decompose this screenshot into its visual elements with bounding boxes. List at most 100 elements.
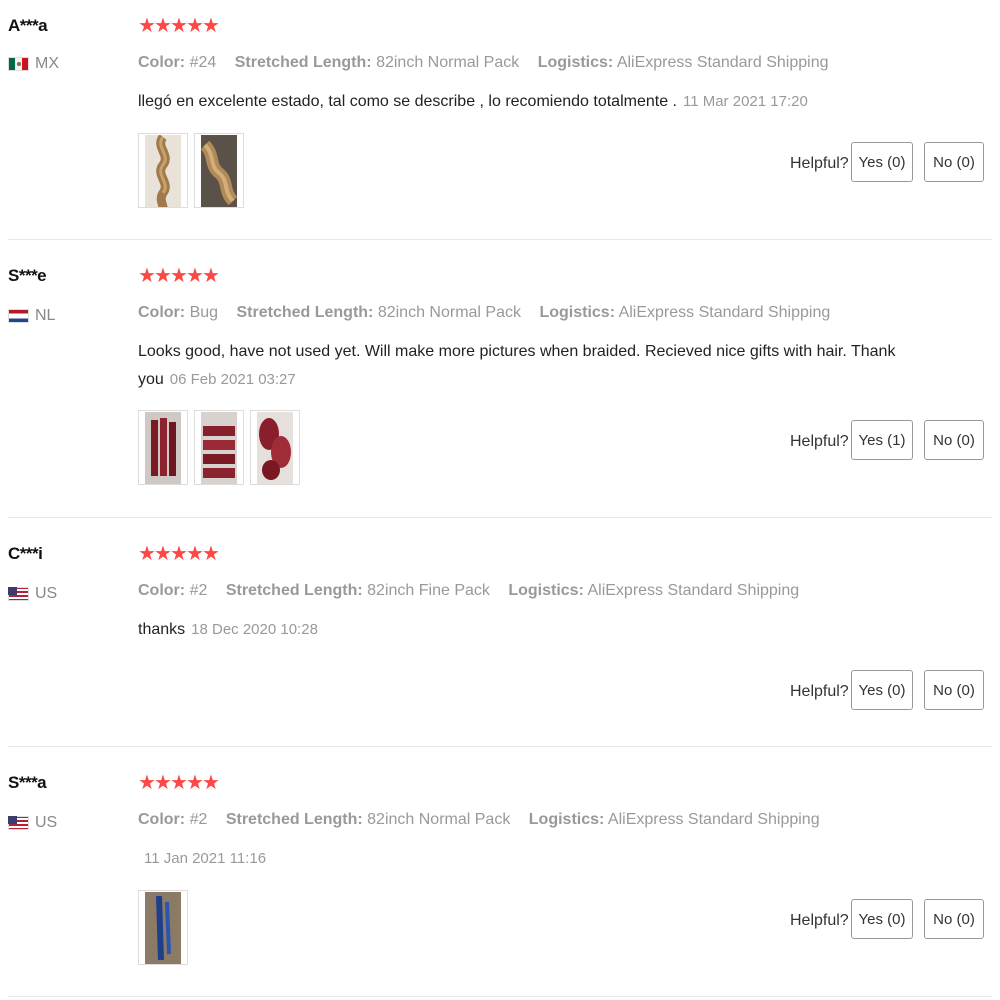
sku-color-label: Color: — [138, 582, 186, 599]
flag-nl-icon — [8, 309, 29, 323]
helpful-no-button[interactable]: No (0) — [924, 899, 984, 939]
star-icon: ★ — [138, 543, 157, 565]
review-photo-thumb[interactable] — [250, 410, 300, 485]
star-icon: ★ — [170, 15, 189, 37]
braid-photo — [200, 134, 238, 207]
review-text: thanks — [138, 621, 186, 638]
star-icon: ★ — [138, 772, 157, 794]
review-divider — [8, 996, 992, 997]
sku-logistics-value: AliExpress Standard Shipping — [587, 582, 800, 599]
braid-photo — [145, 134, 181, 207]
sku-color-value: Bug — [189, 304, 219, 321]
review-content: 11 Jan 2021 11:16 — [138, 845, 898, 873]
sku-color-label: Color: — [138, 54, 186, 71]
red-hair-photo — [257, 411, 293, 484]
reviews-list: A***a MX ★ ★ ★ ★ ★ Color: #24 Stretched Leng… — [0, 0, 1000, 1000]
helpful-no-button[interactable]: No (0) — [924, 670, 984, 710]
sku-color-label: Color: — [138, 304, 186, 321]
star-icon: ★ — [186, 772, 205, 794]
sku-info: Color: #2 Stretched Length: 82inch Fine … — [138, 582, 813, 600]
review-photo-thumb[interactable] — [194, 133, 244, 208]
review-photo-thumb[interactable] — [138, 410, 188, 485]
star-icon: ★ — [186, 15, 205, 37]
star-icon: ★ — [154, 15, 173, 37]
reviewer-country: US — [8, 585, 57, 603]
review-content: thanks 18 Dec 2020 10:28 — [138, 616, 898, 644]
star-icon: ★ — [186, 265, 205, 287]
helpful-yes-button[interactable]: Yes (0) — [851, 670, 913, 710]
sku-length-value: 82inch Normal Pack — [377, 304, 521, 321]
review-photo-thumb[interactable] — [138, 133, 188, 208]
sku-length-label: Stretched Length: — [234, 54, 372, 71]
helpful-label: Helpful? — [790, 912, 849, 929]
star-icon: ★ — [202, 15, 221, 37]
blue-hair-photo — [145, 891, 181, 964]
star-icon: ★ — [138, 265, 157, 287]
flag-us-icon — [8, 587, 29, 601]
star-icon: ★ — [154, 772, 173, 794]
country-code: US — [35, 585, 58, 602]
review-photo-thumb[interactable] — [138, 890, 188, 965]
star-icon: ★ — [202, 543, 221, 565]
sku-length-label: Stretched Length: — [225, 582, 363, 599]
sku-logistics-label: Logistics: — [508, 582, 584, 599]
helpful-yes-button[interactable]: Yes (0) — [851, 899, 913, 939]
sku-color-value: #24 — [189, 54, 217, 71]
star-icon: ★ — [186, 543, 205, 565]
country-code: MX — [35, 55, 59, 72]
sku-color-label: Color: — [138, 811, 186, 828]
reviewer-name: C***i — [8, 544, 43, 563]
sku-logistics-value: AliExpress Standard Shipping — [607, 811, 820, 828]
star-icon: ★ — [138, 15, 157, 37]
review-divider — [8, 746, 992, 747]
review-divider — [8, 239, 992, 240]
country-code: NL — [35, 307, 56, 324]
star-icon: ★ — [170, 772, 189, 794]
star-rating: ★ ★ ★ ★ ★ — [138, 543, 221, 565]
review-photo-thumb[interactable] — [194, 410, 244, 485]
review-photos — [138, 890, 188, 965]
review-divider — [8, 517, 992, 518]
sku-info: Color: #2 Stretched Length: 82inch Norma… — [138, 811, 834, 829]
sku-length-value: 82inch Normal Pack — [376, 54, 520, 71]
star-icon: ★ — [170, 265, 189, 287]
star-icon: ★ — [202, 772, 221, 794]
review-text: llegó en excelente estado, tal como se d… — [138, 93, 677, 110]
sku-color-value: #2 — [189, 582, 208, 599]
star-icon: ★ — [170, 543, 189, 565]
reviewer-name: A***a — [8, 16, 48, 35]
review-date: 11 Mar 2021 17:20 — [682, 93, 808, 110]
star-icon: ★ — [154, 543, 173, 565]
review-date: 11 Jan 2021 11:16 — [144, 850, 267, 867]
reviewer-country: NL — [8, 307, 55, 325]
star-rating: ★ ★ ★ ★ ★ — [138, 772, 221, 794]
helpful-no-button[interactable]: No (0) — [924, 142, 984, 182]
helpful-no-button[interactable]: No (0) — [924, 420, 984, 460]
review-content: Looks good, have not used yet. Will make… — [138, 338, 898, 394]
review-content: llegó en excelente estado, tal como se d… — [138, 88, 898, 116]
review-date: 18 Dec 2020 10:28 — [191, 621, 318, 638]
review-photos — [138, 410, 300, 485]
helpful-label: Helpful? — [790, 155, 849, 172]
flag-mx-icon — [8, 57, 29, 71]
reviewer-name: S***e — [8, 266, 47, 285]
star-icon: ★ — [202, 265, 221, 287]
red-hair-photo — [145, 411, 181, 484]
sku-color-value: #2 — [189, 811, 208, 828]
sku-length-label: Stretched Length: — [236, 304, 374, 321]
helpful-yes-button[interactable]: Yes (0) — [851, 142, 913, 182]
sku-logistics-label: Logistics: — [537, 54, 614, 71]
sku-length-value: 82inch Fine Pack — [367, 582, 490, 599]
sku-length-value: 82inch Normal Pack — [367, 811, 511, 828]
star-rating: ★ ★ ★ ★ ★ — [138, 265, 221, 287]
star-rating: ★ ★ ★ ★ ★ — [138, 15, 221, 37]
sku-logistics-value: AliExpress Standard Shipping — [618, 304, 831, 321]
reviewer-country: US — [8, 814, 57, 832]
sku-logistics-label: Logistics: — [528, 811, 605, 828]
review-date: 06 Feb 2021 03:27 — [169, 371, 296, 388]
sku-logistics-label: Logistics: — [539, 304, 616, 321]
helpful-label: Helpful? — [790, 433, 849, 450]
sku-length-label: Stretched Length: — [225, 811, 363, 828]
helpful-yes-button[interactable]: Yes (1) — [851, 420, 913, 460]
reviewer-name: S***a — [8, 773, 47, 792]
